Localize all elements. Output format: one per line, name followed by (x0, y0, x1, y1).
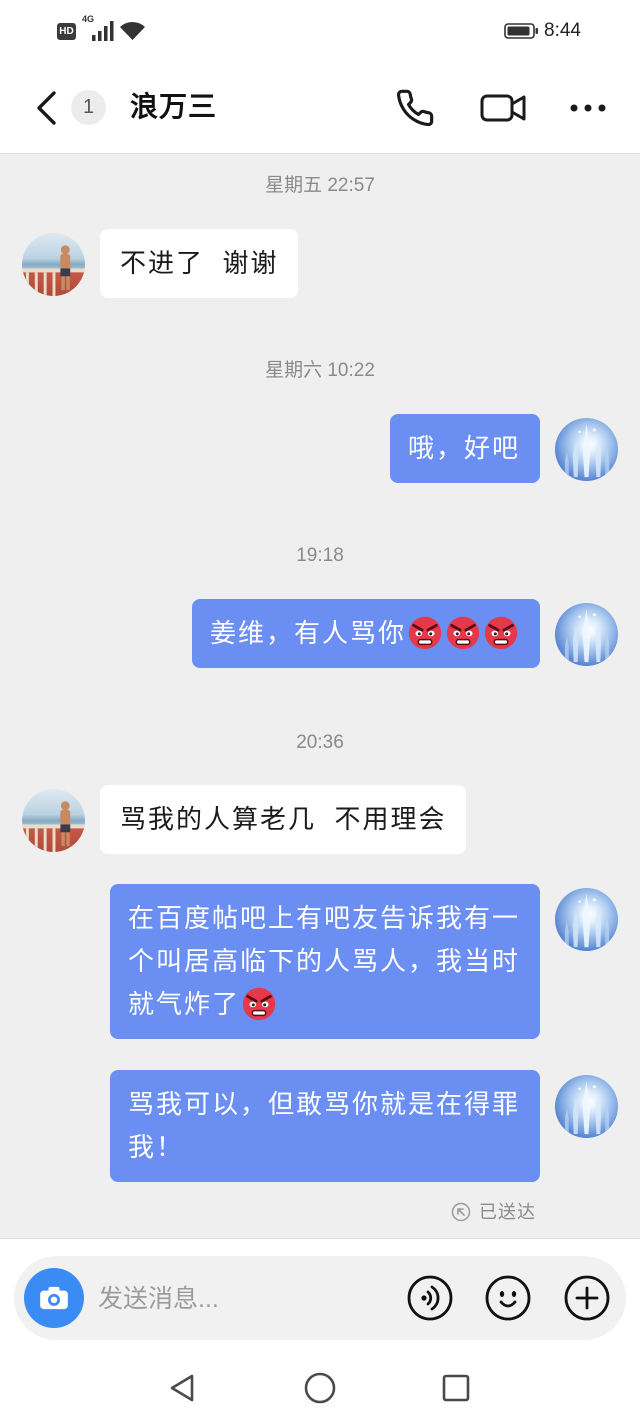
message-text: 在百度帖吧上有吧友告诉我有一 (127, 903, 520, 933)
message-bubble-sent[interactable]: 姜维，有人骂你 (191, 599, 540, 668)
message-input[interactable] (98, 1279, 388, 1319)
my-avatar[interactable] (555, 1075, 618, 1138)
angry-face-emoji (406, 613, 444, 651)
camera-button[interactable] (24, 1268, 84, 1328)
system-nav-bar (0, 1350, 640, 1422)
home-circle-icon[interactable] (303, 1371, 337, 1405)
angry-face-emoji (482, 613, 520, 651)
message-bubble-sent[interactable]: 哦，好吧 (389, 414, 540, 483)
timestamp: 20:36 (296, 732, 344, 753)
contact-avatar-image (22, 801, 85, 852)
contact-avatar[interactable] (22, 789, 85, 852)
message-line: 姜维，有人骂你 (210, 612, 520, 655)
message-bubble-received[interactable]: 不进了 谢谢 (100, 229, 299, 298)
video-call-icon[interactable] (480, 90, 526, 126)
back-triangle-icon[interactable] (167, 1372, 199, 1404)
timestamp: 星期五 22:57 (265, 175, 375, 196)
more-icon[interactable] (568, 100, 608, 116)
unread-count-badge[interactable]: 1 (71, 90, 106, 125)
plus-icon[interactable] (564, 1275, 610, 1321)
my-avatar[interactable] (555, 418, 618, 481)
contact-avatar[interactable] (22, 233, 85, 296)
angry-face-emoji (240, 984, 278, 1022)
clock: 8:44 (544, 20, 581, 41)
recents-square-icon[interactable] (440, 1372, 472, 1404)
message-text: 哦，好吧 (407, 433, 520, 463)
my-avatar-image (564, 893, 610, 948)
delivered-icon (451, 1202, 471, 1222)
phone-icon[interactable] (395, 88, 435, 128)
message-bubble-sent[interactable]: 骂我可以，但敢骂你就是在得罪 我！ (109, 1070, 540, 1182)
back-chevron-icon[interactable] (34, 90, 60, 126)
chat-header: 1 浪万三 (0, 62, 640, 154)
message-text: 我！ (127, 1132, 184, 1162)
chat-title[interactable]: 浪万三 (130, 88, 217, 126)
message-bubble-sent[interactable]: 在百度帖吧上有吧友告诉我有一 个叫居高临下的人骂人，我当时 就气炸了 (109, 884, 540, 1039)
angry-face-emoji (444, 613, 482, 651)
message-text: 骂我的人算老几 不用理会 (120, 804, 447, 834)
message-text: 骂我可以，但敢骂你就是在得罪 (127, 1089, 520, 1119)
message-text: 不进了 谢谢 (120, 248, 279, 278)
my-avatar-image (564, 1080, 610, 1135)
message-line: 就气炸了 (128, 983, 520, 1026)
contact-avatar-image (22, 245, 85, 296)
emoji-icon[interactable] (485, 1275, 531, 1321)
my-avatar-image (564, 608, 610, 663)
status-bar: HD 4G 8:44 (0, 0, 640, 62)
camera-icon (40, 1286, 68, 1310)
signal-icon (92, 21, 114, 41)
message-bubble-received[interactable]: 骂我的人算老几 不用理会 (100, 785, 467, 854)
message-text: 就气炸了 (127, 989, 240, 1019)
message-text: 姜维，有人骂你 (209, 618, 406, 648)
timestamp: 星期六 10:22 (265, 360, 375, 381)
battery-icon (504, 23, 538, 39)
timestamp: 19:18 (296, 545, 344, 566)
message-text: 个叫居高临下的人骂人，我当时 (127, 946, 520, 976)
my-avatar[interactable] (555, 603, 618, 666)
delivery-status: 已送达 (479, 1202, 536, 1222)
voice-icon[interactable] (407, 1275, 453, 1321)
input-bar (0, 1238, 640, 1350)
my-avatar-image (564, 423, 610, 478)
wifi-icon (120, 21, 145, 40)
hd-badge: HD (57, 23, 76, 40)
my-avatar[interactable] (555, 888, 618, 951)
